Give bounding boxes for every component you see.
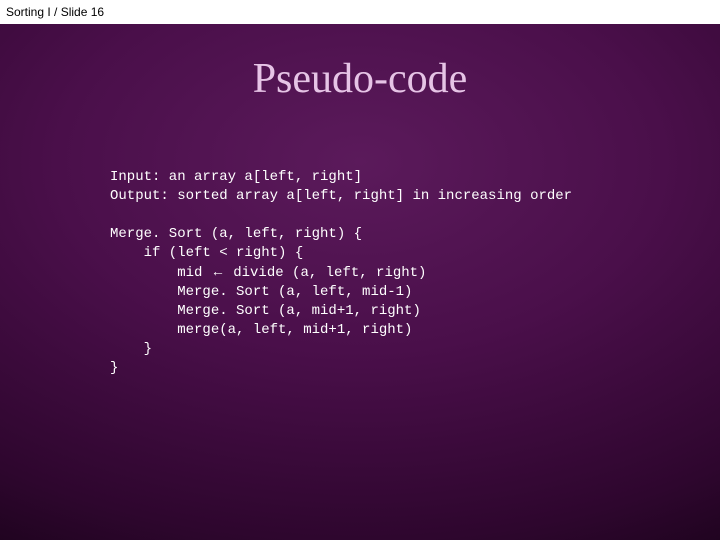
code-line: Merge. Sort (a, left, right) {	[110, 226, 362, 242]
code-line: Merge. Sort (a, left, mid-1)	[110, 284, 412, 300]
code-line: merge(a, left, mid+1, right)	[110, 322, 412, 338]
code-line: Output: sorted array a[left, right] in i…	[110, 188, 572, 204]
left-arrow-icon: ←	[211, 263, 225, 279]
page-title: Pseudo-code	[0, 55, 720, 103]
code-line: Merge. Sort (a, mid+1, right)	[110, 303, 421, 319]
slide: Sorting I / Slide 16 Pseudo-code Input: …	[0, 0, 720, 540]
code-line-part: divide (a, left, right)	[225, 265, 427, 281]
breadcrumb: Sorting I / Slide 16	[6, 5, 104, 19]
code-line: }	[110, 360, 118, 376]
code-block: Input: an array a[left, right] Output: s…	[110, 168, 680, 378]
breadcrumb-bar: Sorting I / Slide 16	[0, 0, 720, 24]
code-line-part: mid	[110, 265, 211, 281]
code-line: Input: an array a[left, right]	[110, 169, 362, 185]
code-line: if (left < right) {	[110, 245, 303, 261]
code-line: }	[110, 341, 152, 357]
